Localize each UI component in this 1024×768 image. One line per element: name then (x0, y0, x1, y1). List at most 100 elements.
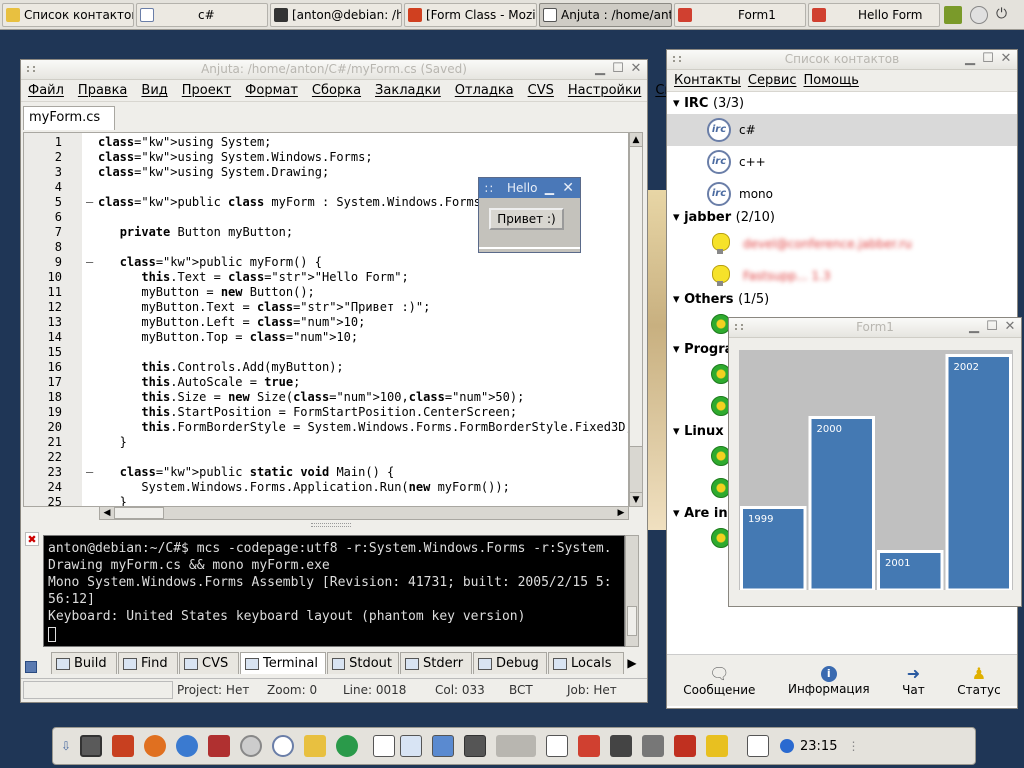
menu-file[interactable]: Файл (28, 83, 64, 98)
tab-find[interactable]: Find (118, 652, 178, 674)
group-linux[interactable]: ▾ Linux (673, 424, 724, 439)
menu-bookmarks[interactable]: Закладки (375, 83, 441, 98)
terminal-launcher-icon[interactable] (464, 735, 486, 757)
task-anjuta[interactable]: Anjuta : /home/ant (539, 2, 672, 27)
fold-marker-icon[interactable]: – (86, 465, 93, 480)
task-form1[interactable]: Form1 (674, 2, 806, 27)
window-list-icon[interactable] (610, 735, 632, 757)
window-menu-grip[interactable] (735, 324, 743, 330)
tab-stdout[interactable]: Stdout (327, 652, 399, 674)
chat-button[interactable]: ➜ Чат (902, 664, 925, 697)
editor-hscrollbar[interactable]: ◀ ▶ (99, 506, 629, 520)
contacts-titlebar[interactable]: Список контактов ▁ ☐ ✕ (667, 50, 1017, 70)
scroll-thumb[interactable] (630, 147, 642, 447)
file-manager-icon[interactable] (432, 735, 454, 757)
fold-marker-icon[interactable]: – (86, 255, 93, 270)
group-others[interactable]: ▾ Others (1/5) (673, 292, 769, 307)
info-button[interactable]: i Информация (788, 665, 870, 696)
tab-locals[interactable]: Locals (548, 652, 624, 674)
editor-vscrollbar[interactable]: ▲ ▼ (629, 132, 643, 507)
panel-handle-icon[interactable]: ⋮ (847, 739, 859, 753)
power-icon[interactable]: ⏻ (996, 6, 1018, 24)
close-button[interactable]: ✕ (999, 52, 1013, 66)
file-tab[interactable]: myForm.cs ✖ (23, 106, 115, 147)
firefox-icon[interactable] (144, 735, 166, 757)
terminal-scroll-thumb[interactable] (627, 606, 637, 636)
anjuta-launcher-icon[interactable] (546, 735, 568, 757)
thunderbird-icon[interactable] (400, 735, 422, 757)
show-desktop-icon[interactable] (747, 735, 769, 757)
scroll-down-arrow-icon[interactable]: ▼ (630, 492, 642, 506)
clock-widget-icon[interactable] (970, 6, 988, 24)
group-irc[interactable]: ▾ IRC (3/3) (673, 96, 744, 111)
menu-view[interactable]: Вид (141, 83, 167, 98)
pdf-icon[interactable] (674, 735, 696, 757)
maximize-button[interactable]: ☐ (981, 52, 995, 66)
window-menu-grip[interactable]: ∷ (485, 179, 493, 199)
fold-marker-icon[interactable]: – (86, 195, 93, 210)
workspace-1-icon[interactable] (373, 735, 395, 757)
tab-terminal[interactable]: Terminal (240, 652, 326, 674)
group-programming[interactable]: ▾ Progra (673, 342, 733, 357)
menu-cvs[interactable]: CVS (528, 83, 554, 98)
contact-mono[interactable]: irc mono (667, 178, 1017, 210)
hscroll-thumb[interactable] (114, 507, 164, 519)
minimize-button[interactable]: ▁ (967, 320, 981, 334)
task-mozilla[interactable]: [Form Class - Mozil (404, 2, 537, 27)
window-menu-grip[interactable] (673, 56, 681, 62)
minimize-button[interactable]: ▁ (545, 178, 554, 198)
task-contacts[interactable]: Список контактов (2, 2, 134, 27)
pane-splitter[interactable] (311, 523, 351, 527)
game-icon[interactable] (944, 6, 962, 24)
notes-icon[interactable] (642, 735, 664, 757)
tools-icon[interactable] (706, 735, 728, 757)
contact-jabber-2[interactable]: Fastsupp... 1.3 (667, 260, 1017, 292)
scroll-right-arrow-icon[interactable]: ▶ (614, 507, 628, 519)
form1-titlebar[interactable]: Form1 ▁ ☐ ✕ (729, 318, 1021, 338)
menu-contacts[interactable]: Контакты (674, 73, 741, 88)
pane-toggle-icon[interactable] (25, 661, 37, 673)
minimize-button[interactable]: ▁ (963, 52, 977, 66)
minimize-button[interactable]: ▁ (593, 62, 607, 76)
cd-icon[interactable] (240, 735, 262, 757)
contact-cs[interactable]: irc c# (667, 114, 1017, 146)
status-button[interactable]: ♟ Статус (957, 664, 1000, 697)
contact-cpp[interactable]: irc c++ (667, 146, 1017, 178)
clock-text[interactable]: 23:15 (800, 739, 837, 754)
message-button[interactable]: 🗨 Сообщение (683, 664, 755, 697)
menu-settings[interactable]: Настройки (568, 83, 641, 98)
globe-icon[interactable] (176, 735, 198, 757)
task-terminal[interactable]: [anton@debian: /ho (270, 2, 402, 27)
tab-debug[interactable]: Debug (473, 652, 547, 674)
maximize-button[interactable]: ☐ (985, 320, 999, 334)
menu-service[interactable]: Сервис (748, 73, 797, 88)
menu-edit[interactable]: Правка (78, 83, 127, 98)
tab-cvs[interactable]: CVS (179, 652, 239, 674)
update-icon[interactable] (336, 735, 358, 757)
group-jabber[interactable]: ▾ jabber (2/10) (673, 210, 775, 225)
tab-build[interactable]: Build (51, 652, 117, 674)
task-irc-cs[interactable]: c# (136, 2, 268, 27)
hello-form-titlebar[interactable]: ∷ Hello ▁ ✕ (479, 178, 580, 198)
terminal-scrollbar[interactable] (625, 535, 639, 647)
tabs-scroll-right-icon[interactable]: ▶ (625, 652, 639, 674)
menu-build[interactable]: Сборка (312, 83, 361, 98)
media-icon[interactable] (208, 735, 230, 757)
menu-project[interactable]: Проект (182, 83, 231, 98)
terminal-output[interactable]: anton@debian:~/C#$ mcs -codepage:utf8 -r… (43, 535, 625, 647)
contact-jabber-1[interactable]: devel@conference.jabber.ru (667, 228, 1017, 260)
scroll-up-arrow-icon[interactable]: ▲ (630, 133, 642, 147)
group-are-in[interactable]: ▾ Are in (673, 506, 728, 521)
window-menu-grip[interactable] (27, 66, 35, 72)
close-button[interactable]: ✕ (629, 62, 643, 76)
maximize-button[interactable]: ☐ (611, 62, 625, 76)
irc-client-icon[interactable] (272, 735, 294, 757)
menu-help[interactable]: Помощь (804, 73, 859, 88)
panel-arrow-icon[interactable]: ⇩ (61, 739, 75, 753)
gaim-icon[interactable] (304, 735, 326, 757)
scroll-left-arrow-icon[interactable]: ◀ (100, 507, 114, 519)
menu-debug[interactable]: Отладка (455, 83, 514, 98)
home-icon[interactable] (112, 735, 134, 757)
monitor-icon[interactable] (80, 735, 102, 757)
anjuta-titlebar[interactable]: Anjuta: /home/anton/C#/myForm.cs (Saved)… (21, 60, 647, 80)
